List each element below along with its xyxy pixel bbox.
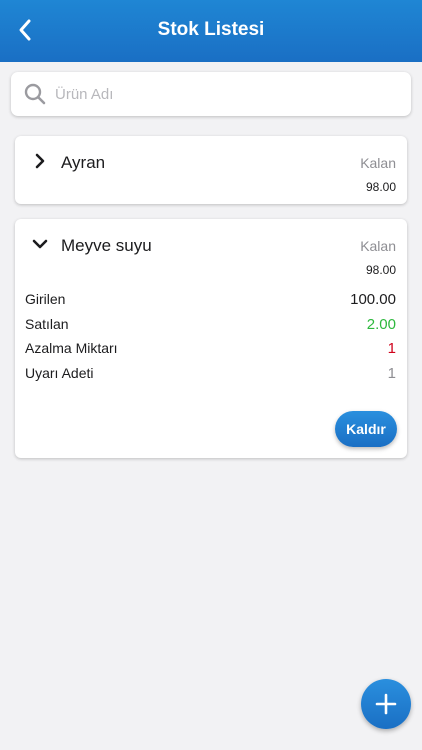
remaining-value: 98.00 [365, 263, 396, 277]
remove-button[interactable]: Kaldır [335, 411, 397, 447]
detail-value: 1 [387, 339, 396, 357]
stock-list-screen: Stok Listesi Ayran Kalan 98.00 Meyve suy… [0, 0, 422, 750]
plus-icon [375, 693, 397, 715]
detail-label: Girilen [25, 291, 66, 307]
remaining-label: Kalan [360, 155, 396, 171]
detail-value: 100.00 [350, 290, 396, 308]
detail-row-entered: Girilen 100.00 [25, 289, 396, 309]
detail-value: 2.00 [366, 315, 396, 333]
search-icon [24, 83, 46, 105]
detail-label: Uyarı Adeti [25, 365, 94, 381]
detail-row-decrease: Azalma Miktarı 1 [25, 338, 396, 358]
remaining-value: 98.00 [365, 180, 396, 194]
chevron-down-icon[interactable] [31, 235, 49, 253]
remaining-label: Kalan [360, 238, 396, 254]
search-input[interactable] [53, 84, 387, 104]
detail-row-warning: Uyarı Adeti 1 [25, 363, 396, 383]
detail-label: Satılan [25, 316, 69, 332]
stock-item-card[interactable]: Meyve suyu Kalan 98.00 Girilen 100.00 Sa… [15, 219, 407, 458]
chevron-right-icon[interactable] [31, 152, 49, 170]
detail-label: Azalma Miktarı [25, 340, 118, 356]
item-name: Meyve suyu [61, 236, 152, 255]
page-title: Stok Listesi [157, 19, 265, 40]
item-name: Ayran [61, 153, 106, 172]
search-bar[interactable] [11, 72, 411, 116]
app-header: Stok Listesi [0, 0, 422, 62]
add-item-button[interactable] [361, 679, 411, 729]
stock-item-card[interactable]: Ayran Kalan 98.00 [15, 136, 407, 204]
detail-value: 1 [387, 364, 396, 382]
detail-row-sold: Satılan 2.00 [25, 314, 396, 334]
